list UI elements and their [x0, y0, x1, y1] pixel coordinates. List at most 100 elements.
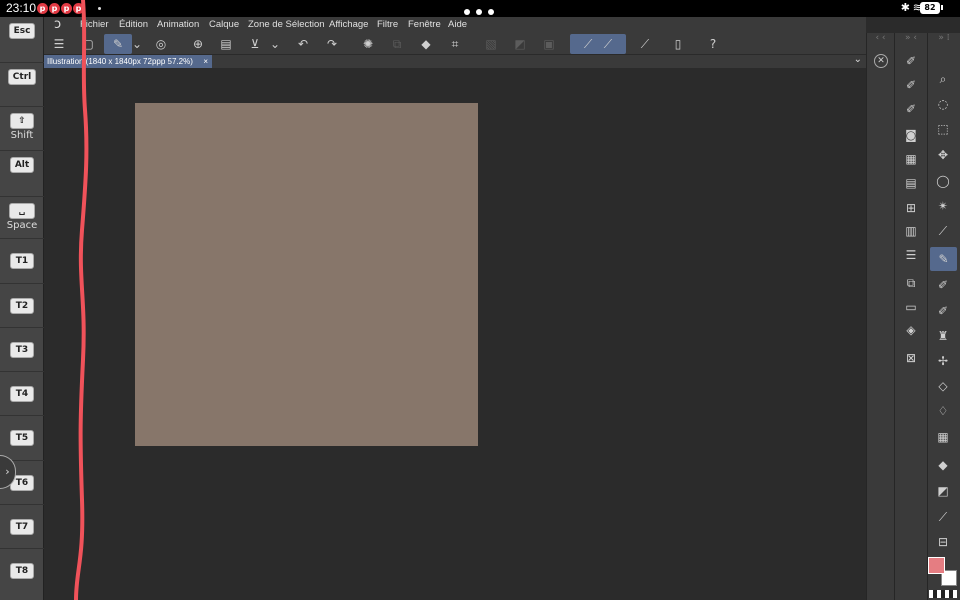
menu-affichage[interactable]: Affichage	[329, 19, 368, 30]
select-object-icon[interactable]: ⬚	[932, 119, 954, 139]
pinterest-notification-icon: p	[49, 3, 60, 14]
save-icon[interactable]: ⊻	[244, 34, 266, 54]
color-set-icon[interactable]: ◙	[900, 125, 922, 145]
menu-bar: ↄ Fichier Édition Animation Calque Zone …	[44, 17, 866, 33]
gradient-icon[interactable]: ◩	[932, 481, 954, 501]
add-layer-icon[interactable]: ⊕	[187, 34, 209, 54]
undo-icon[interactable]: ↶	[292, 34, 314, 54]
border-icon[interactable]: ▣	[538, 34, 560, 54]
menu-filtre[interactable]: Filtre	[377, 19, 398, 30]
eyedropper-icon[interactable]: ⟋	[932, 221, 954, 241]
sub-view-icon[interactable]: ⊞	[900, 198, 922, 218]
item-bank-icon[interactable]: ☰	[900, 245, 922, 265]
bluetooth-icon: ✱	[900, 1, 910, 14]
open-folder-icon[interactable]: ▤	[215, 34, 237, 54]
fill-icon[interactable]: ◆	[415, 34, 437, 54]
key-t1[interactable]: T1	[0, 239, 44, 284]
layer-search-icon[interactable]: ⊠	[900, 348, 922, 368]
transparent-icon[interactable]: ▧	[480, 34, 502, 54]
battery-icon: 82	[920, 2, 940, 14]
key-t2[interactable]: T2	[0, 284, 44, 328]
menu-calque[interactable]: Calque	[209, 19, 239, 30]
crop-icon[interactable]: ⌗	[444, 34, 466, 54]
notification-dot-icon	[98, 7, 101, 10]
ruler-icon[interactable]: ⟋	[634, 34, 656, 54]
edge-keyboard-panel: Esc Ctrl ⇧ Shift Alt ␣ Space T1 T2 T3 T4 T…	[0, 17, 44, 600]
phone-icon[interactable]: ▯	[667, 34, 689, 54]
expand-arrows-icon[interactable]: » ‹	[895, 33, 927, 47]
gradient-icon[interactable]: ◩	[509, 34, 531, 54]
key-t8[interactable]: T8	[0, 549, 44, 600]
material-icon[interactable]: ⧉	[900, 273, 922, 293]
history-icon[interactable]: ▭	[900, 297, 922, 317]
pinterest-notification-icon: p	[73, 3, 84, 14]
pinterest-notification-icon: p	[37, 3, 48, 14]
move-icon[interactable]: ✥	[932, 145, 954, 165]
line-icon[interactable]: ⟋	[932, 507, 954, 527]
app-logo-icon[interactable]: ↄ	[54, 17, 61, 32]
close-tab-icon[interactable]: ×	[203, 55, 208, 68]
menu-animation[interactable]: Animation	[157, 19, 199, 30]
expand-arrows-icon[interactable]: » ⁞	[928, 33, 960, 47]
menu-fichier[interactable]: Fichier	[80, 19, 109, 30]
dropdown-icon[interactable]: ⌄	[130, 34, 144, 54]
key-space[interactable]: ␣ Space	[0, 197, 44, 239]
paper-canvas[interactable]	[135, 103, 478, 446]
transparent-color-swatch[interactable]	[929, 590, 957, 598]
timeline-icon[interactable]: ◈	[900, 320, 922, 340]
key-t4[interactable]: T4	[0, 372, 44, 416]
eraser-icon[interactable]: ◇	[932, 376, 954, 396]
menu-edition[interactable]: Édition	[119, 19, 148, 30]
new-canvas-icon[interactable]: ▢	[77, 34, 99, 54]
menu-fenetre[interactable]: Fenêtre	[408, 19, 441, 30]
menu-zone-selection[interactable]: Zone de Sélection	[248, 19, 325, 30]
pen-mode-icon[interactable]: ✎	[104, 34, 132, 54]
chevron-down-icon[interactable]: ⌄	[854, 54, 862, 65]
panel-icon-column: » ‹ ✐ ✐ ✐ ◙ ▦ ▤ ⊞ ▥ ☰ ⧉ ▭ ◈ ⊠	[894, 33, 927, 600]
key-alt[interactable]: Alt	[0, 151, 44, 197]
stroke-line-icon[interactable]: ⟋	[584, 37, 592, 51]
brush-icon[interactable]: ✐	[932, 301, 954, 321]
copy-icon[interactable]: ⧉	[386, 34, 408, 54]
figure-icon[interactable]: ▦	[932, 427, 954, 447]
hamburger-icon[interactable]: ☰	[48, 34, 70, 54]
airbrush-icon[interactable]: ♜	[932, 326, 954, 346]
redo-icon[interactable]: ↷	[321, 34, 343, 54]
pinterest-notification-icon: p	[61, 3, 72, 14]
stroke-mode-group[interactable]: ⟋ ⟋	[570, 34, 626, 54]
key-shift[interactable]: ⇧ Shift	[0, 107, 44, 151]
layer-property-icon[interactable]: ▦	[900, 149, 922, 169]
menu-aide[interactable]: Aide	[448, 19, 467, 30]
close-panel-icon[interactable]: ✕	[874, 54, 888, 68]
pen-icon[interactable]: ✎	[930, 247, 957, 271]
lasso-icon[interactable]: ◯	[932, 171, 954, 191]
blend-icon[interactable]: ♢	[932, 401, 954, 421]
fill-icon[interactable]: ◆	[932, 455, 954, 475]
command-bar: ☰ ▢ ✎ ⌄ ◎ ⊕ ▤ ⊻ ⌄ ↶ ↷ ✺ ⧉ ◆ ⌗ ▧ ◩ ▣ ⟋ ⟋ …	[44, 33, 866, 55]
pencil-icon[interactable]: ✐	[932, 275, 954, 295]
main-color-swatch[interactable]	[928, 557, 945, 574]
document-tab[interactable]: Illustration (1840 x 1840px 72ppp 57.2%)…	[44, 55, 212, 68]
layer-icon[interactable]: ▥	[900, 221, 922, 241]
key-t5[interactable]: T5	[0, 416, 44, 461]
key-ctrl[interactable]: Ctrl	[0, 63, 44, 107]
rotate-view-icon[interactable]: ◌	[932, 94, 954, 114]
zoom-icon[interactable]: ⌕	[932, 69, 954, 89]
brush-size-icon[interactable]: ✐	[900, 75, 922, 95]
color-wheel-icon[interactable]: ✐	[900, 99, 922, 119]
key-t3[interactable]: T3	[0, 328, 44, 372]
collapse-arrows-icon[interactable]: ‹ ‹	[867, 33, 894, 47]
help-icon[interactable]: ?	[702, 34, 724, 54]
navigator-icon[interactable]: ▤	[900, 173, 922, 193]
brush-icon[interactable]: ⟋	[604, 37, 612, 51]
settings-icon[interactable]: ◎	[150, 34, 172, 54]
loading-icon[interactable]: ✺	[357, 34, 379, 54]
frame-icon[interactable]: ⊟	[932, 532, 954, 552]
document-tab-title: Illustration (1840 x 1840px 72ppp 57.2%)	[47, 57, 193, 66]
magic-wand-icon[interactable]: ✴	[932, 196, 954, 216]
dropdown-icon[interactable]: ⌄	[268, 34, 282, 54]
tool-property-icon[interactable]: ✐	[900, 51, 922, 71]
decoration-icon[interactable]: ✢	[932, 351, 954, 371]
key-esc[interactable]: Esc	[0, 17, 44, 63]
key-t7[interactable]: T7	[0, 505, 44, 549]
